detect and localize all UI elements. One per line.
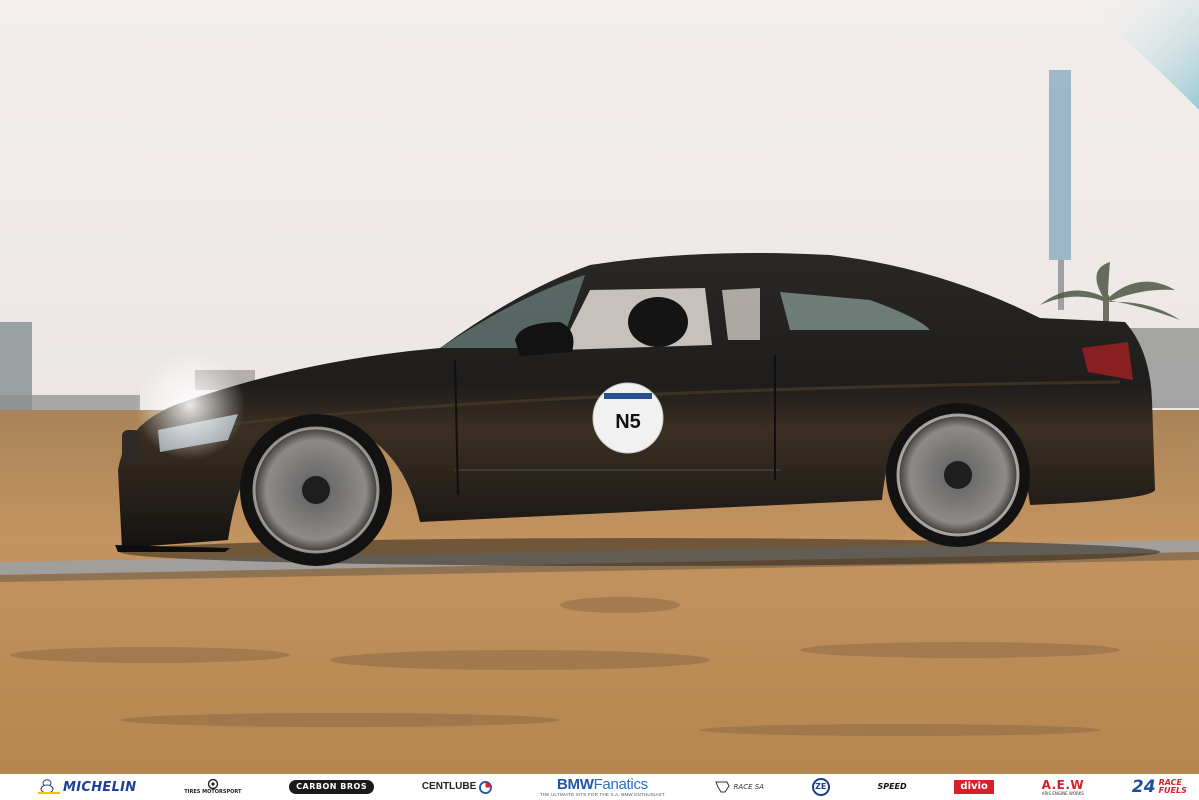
sponsor-24-race-fuels: 24 RACE FUELS — [1131, 776, 1187, 797]
sponsor-aew: A.E.W ARIS ENGINE WORKS — [1042, 779, 1085, 796]
tires-label: TIRES MOTORSPORT — [184, 789, 242, 795]
centlube-label: CENTLUBE — [421, 781, 477, 792]
car-number-roundel: N5 — [592, 382, 664, 454]
sponsor-divio: divio — [954, 780, 994, 794]
sponsor-ze: ZE — [811, 778, 830, 796]
bmw-fanatics-suffix: Fanatics — [593, 775, 649, 793]
rear-wheel — [886, 403, 1030, 547]
sponsor-bar: MICHELIN TIRES MOTORSPORT CARBON BROS CE… — [0, 774, 1199, 800]
race-fuels-word2: FUELS — [1158, 786, 1187, 795]
bmw-fanatics-tagline: THE ULTIMATE SITE FOR THE S.A. BMW ENTHU… — [540, 791, 665, 797]
africa-map-icon — [714, 781, 730, 793]
sponsor-carbon-bros: CARBON BROS — [289, 780, 375, 794]
tower — [1049, 70, 1071, 260]
sponsor-centlube: CENTLUBE — [421, 780, 493, 794]
front-wheel — [240, 414, 392, 566]
race-fuels-number: 24 — [1131, 776, 1156, 797]
sun-flare — [135, 350, 245, 460]
sponsor-race-sa: RACE SA — [713, 780, 764, 794]
sponsor-michelin: MICHELIN — [38, 779, 136, 795]
michelin-label: MICHELIN — [63, 779, 137, 795]
car-number: N5 — [615, 411, 641, 433]
aew-label: A.E.W — [1041, 777, 1085, 792]
aew-tagline: ARIS ENGINE WORKS — [1041, 790, 1084, 796]
centlube-drop-icon — [479, 780, 493, 794]
race-photo: N5 — [0, 0, 1199, 774]
bmw-fanatics-name: BMW — [556, 775, 594, 793]
sponsor-bmw-fanatics: BMWFanatics THE ULTIMATE SITE FOR THE S.… — [540, 777, 665, 798]
race-sa-label: RACE SA — [733, 782, 764, 791]
sponsor-tires-motorsport: TIRES MOTORSPORT — [184, 779, 241, 795]
sponsor-speed-sound: SPEED — [877, 782, 907, 791]
michelin-man-icon — [38, 779, 60, 794]
tires-logo-icon — [207, 779, 219, 789]
